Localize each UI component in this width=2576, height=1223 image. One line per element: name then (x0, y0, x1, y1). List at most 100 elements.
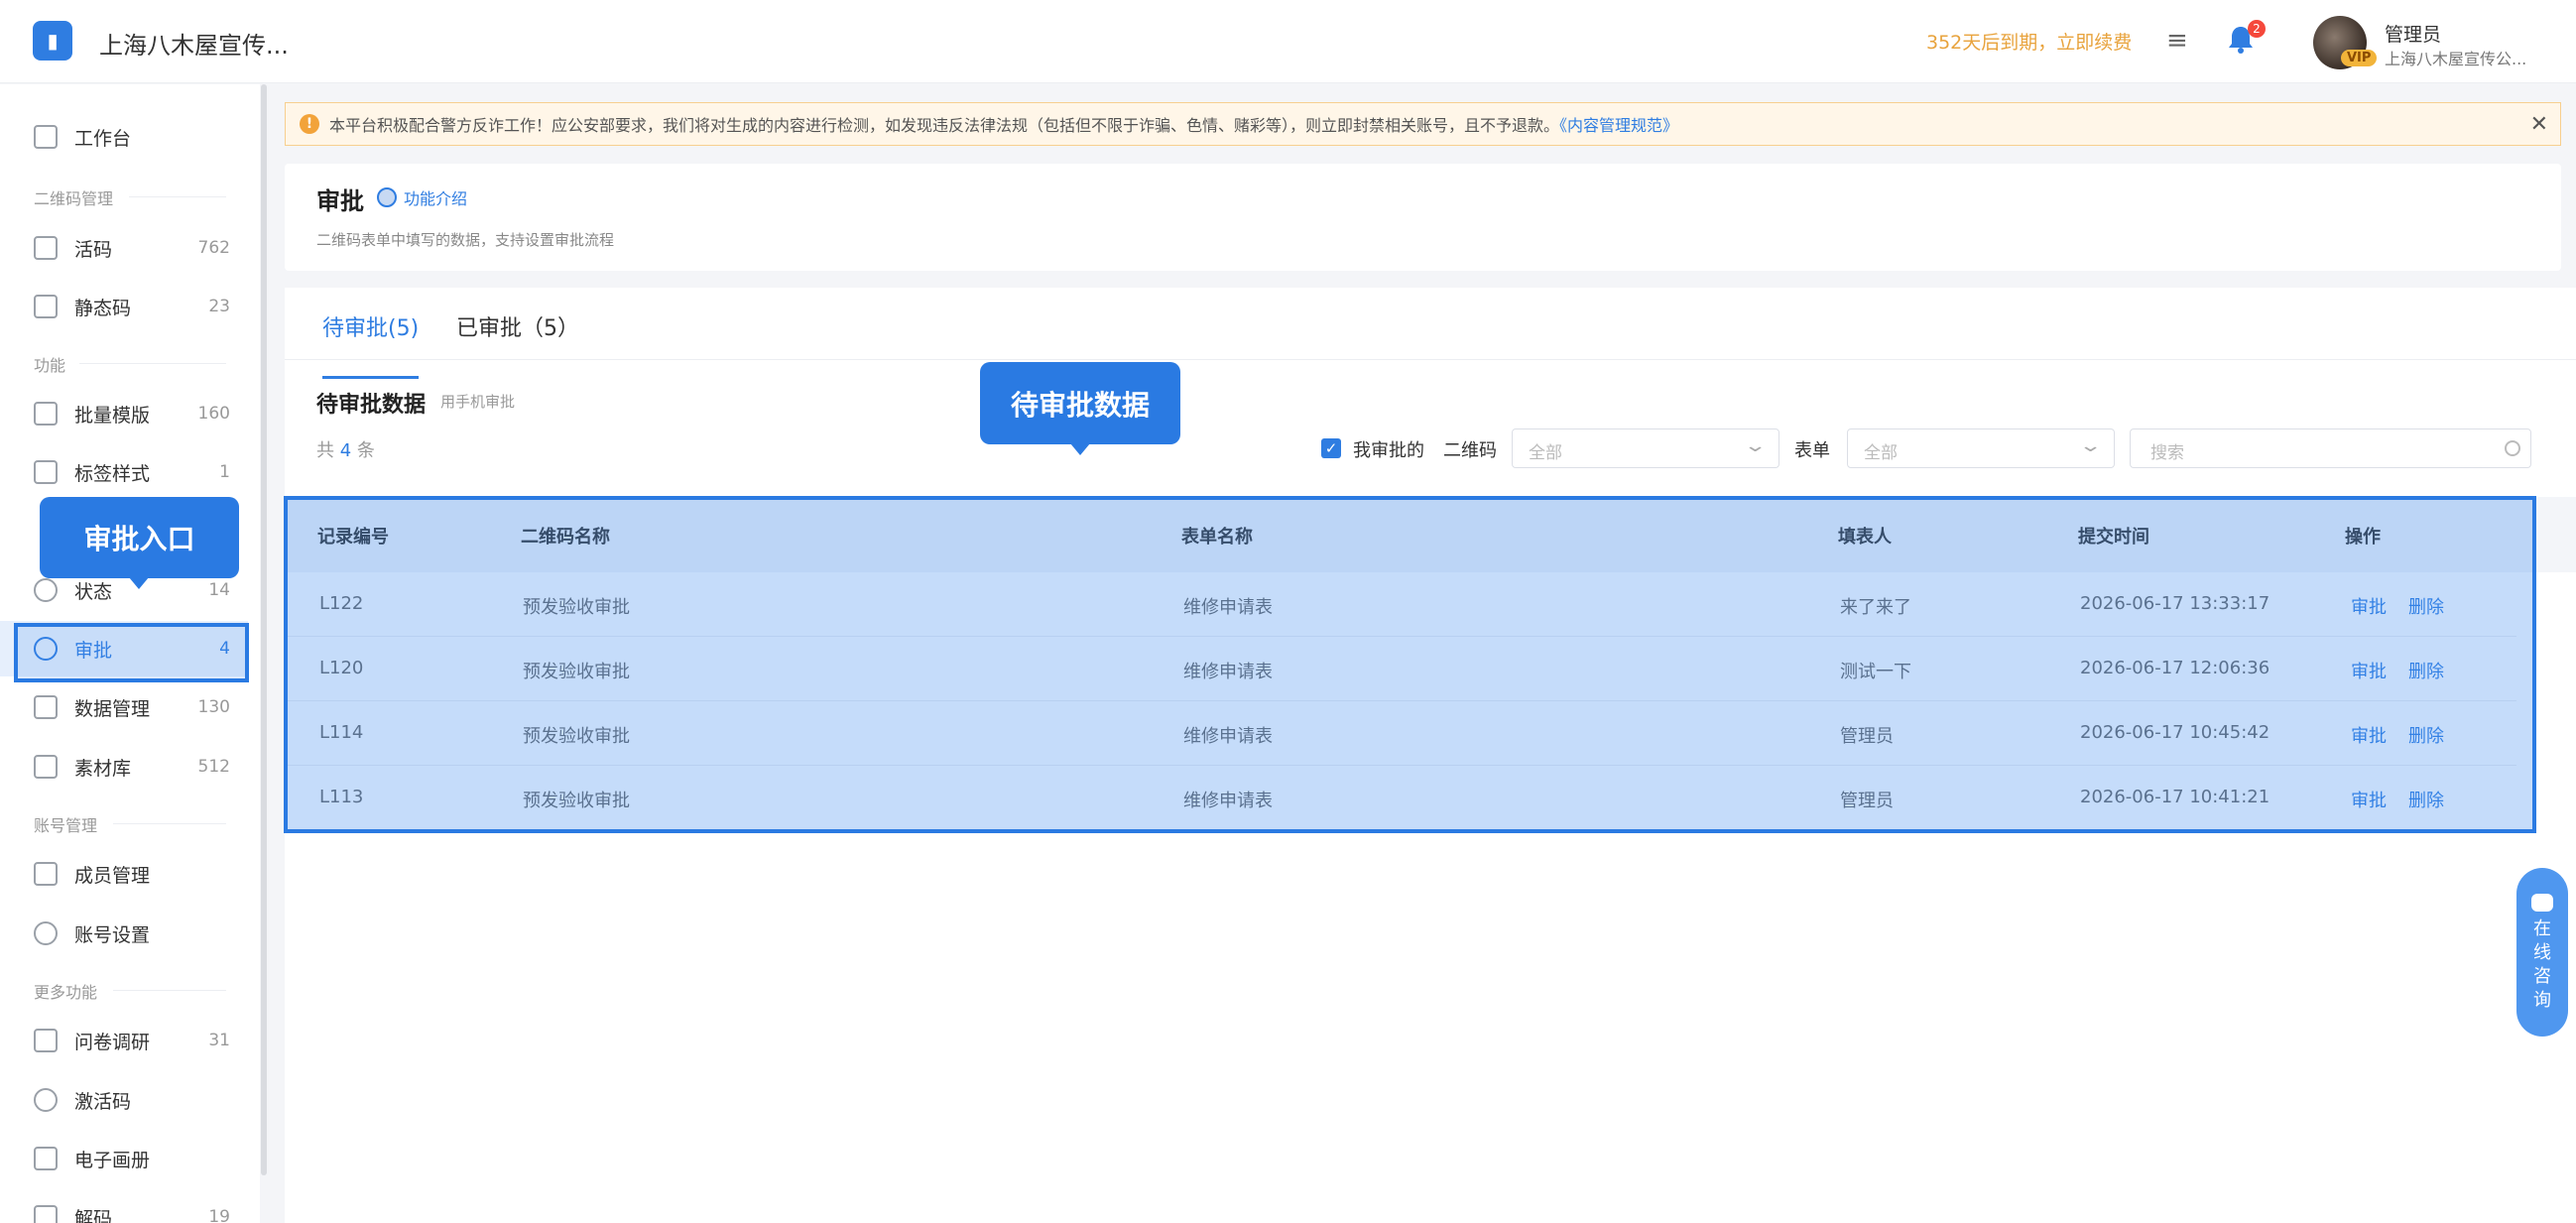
chevron-down-icon: ⌄ (2078, 435, 2103, 456)
sidebar-item-label: 标签样式 (74, 462, 151, 485)
my-approval-checkbox[interactable]: ✓ (1321, 438, 1341, 458)
total-prefix: 共 (316, 440, 334, 461)
sidebar-item-label-style[interactable]: 标签样式 1 (0, 444, 248, 500)
title-card: 审批 功能介绍 二维码表单中填写的数据，支持设置审批流程 (285, 164, 2561, 271)
renew-link[interactable]: 352天后到期，立即续费 (1926, 28, 2132, 55)
sidebar-item-e-album[interactable]: 电子画册 (0, 1131, 248, 1186)
search-placeholder: 搜索 (2150, 443, 2184, 463)
divider (113, 990, 226, 991)
survey-icon (34, 1029, 58, 1052)
warning-icon: ! (300, 114, 319, 134)
sidebar-item-count: 512 (197, 757, 230, 777)
consult-char: 询 (2533, 990, 2551, 1011)
clock-icon (34, 578, 58, 602)
sidebar-item-count: 1 (219, 462, 230, 482)
qrcode-select[interactable]: 全部 ⌄ (1512, 428, 1779, 468)
form-select-value: 全部 (1864, 443, 1898, 463)
table-highlight-box (284, 496, 2536, 833)
page-description: 二维码表单中填写的数据，支持设置审批流程 (316, 231, 615, 249)
section-subtitle[interactable]: 用手机审批 (440, 391, 515, 412)
intro-icon[interactable] (377, 187, 397, 207)
top-bar: ▮ 上海八木屋宣传... 352天后到期，立即续费 ≡ 2 VIP 管理员 上海… (0, 0, 2576, 83)
sidebar-item-count: 160 (197, 404, 230, 424)
callout-pointer (129, 577, 149, 589)
document-icon (34, 236, 58, 260)
chat-icon (2531, 894, 2553, 912)
total-suffix: 条 (356, 440, 375, 461)
sidebar-item-account-settings[interactable]: 账号设置 (0, 906, 248, 961)
feature-intro-link[interactable]: 功能介绍 (404, 185, 467, 209)
sidebar-item-count: 31 (208, 1031, 230, 1050)
sidebar-item-label: 问卷调研 (74, 1031, 151, 1053)
sidebar-item-label: 活码 (74, 238, 113, 261)
user-org: 上海八木屋宣传公... (2385, 50, 2527, 68)
sidebar-item-activation-code[interactable]: 激活码 (0, 1072, 248, 1128)
approval-entry-callout: 审批入口 (40, 497, 239, 578)
sidebar-scrollbar[interactable] (261, 84, 267, 1175)
sidebar-item-label: 成员管理 (74, 864, 151, 887)
consult-char: 线 (2533, 942, 2551, 963)
sidebar-item-data-management[interactable]: 数据管理 130 (0, 679, 248, 735)
search-icon[interactable] (2505, 440, 2520, 456)
pending-data-callout: 待审批数据 (980, 362, 1180, 444)
online-consult-button[interactable]: 在 线 咨 询 (2516, 868, 2568, 1037)
sidebar-item-label: 数据管理 (74, 697, 151, 720)
qrcode-icon (34, 295, 58, 318)
sidebar-item-label: 电子画册 (74, 1149, 151, 1171)
sidebar-item-workbench[interactable]: 工作台 (0, 109, 248, 165)
menu-icon[interactable]: ≡ (2166, 28, 2188, 54)
close-icon[interactable]: ✕ (2530, 112, 2548, 137)
sidebar-item-label: 工作台 (74, 127, 132, 150)
vip-badge: VIP (2341, 50, 2378, 66)
sidebar-item-survey[interactable]: 问卷调研 31 (0, 1013, 248, 1068)
sidebar-item-decode[interactable]: 解码 19 (0, 1189, 248, 1223)
total-count: 共 4 条 (316, 436, 375, 462)
sidebar-item-count: 762 (197, 238, 230, 258)
sidebar-item-batch-template[interactable]: 批量模版 160 (0, 386, 248, 441)
approval-nav-highlight-box (14, 623, 249, 682)
app-logo-icon[interactable]: ▮ (33, 21, 72, 61)
divider (129, 196, 226, 197)
sidebar-item-material-library[interactable]: 素材库 512 (0, 739, 248, 795)
group-title-more: 更多功能 (34, 983, 98, 1002)
book-icon (34, 1147, 58, 1170)
form-select[interactable]: 全部 ⌄ (1847, 428, 2115, 468)
chart-icon (34, 695, 58, 719)
scan-icon (34, 1205, 58, 1223)
search-input[interactable]: 搜索 (2130, 428, 2531, 468)
sidebar-item-member-management[interactable]: 成员管理 (0, 846, 248, 902)
sidebar-item-count: 14 (208, 580, 230, 600)
my-approval-label[interactable]: 我审批的 (1353, 436, 1424, 462)
tab-approved[interactable]: 已审批（5） (456, 307, 579, 379)
sidebar-item-live-code[interactable]: 活码 762 (0, 220, 248, 276)
group-title-qrcode: 二维码管理 (34, 189, 114, 208)
consult-char: 在 (2533, 918, 2551, 939)
notice-text: 本平台积极配合警方反诈工作！应公安部要求，我们将对生成的内容进行检测，如发现违反… (329, 112, 1678, 136)
label-card-icon (34, 460, 58, 484)
notice-message: 本平台积极配合警方反诈工作！应公安部要求，我们将对生成的内容进行检测，如发现违反… (329, 116, 1560, 135)
qrcode-filter-label: 二维码 (1443, 440, 1497, 461)
copy-icon (34, 402, 58, 426)
person-icon (34, 921, 58, 945)
form-filter-label: 表单 (1794, 440, 1830, 461)
sidebar-item-label: 解码 (74, 1207, 113, 1223)
notice-bar: ! 本平台积极配合警方反诈工作！应公安部要求，我们将对生成的内容进行检测，如发现… (285, 102, 2561, 146)
monitor-icon (34, 125, 58, 149)
qrcode-select-value: 全部 (1529, 443, 1562, 463)
notification-badge: 2 (2248, 20, 2266, 38)
sidebar-item-label: 静态码 (74, 297, 132, 319)
user-name[interactable]: 管理员 (2385, 20, 2441, 47)
shield-icon (34, 1088, 58, 1112)
file-list-icon (34, 755, 58, 779)
divider (113, 823, 226, 824)
consult-char: 咨 (2533, 966, 2551, 987)
sidebar-item-label: 素材库 (74, 757, 132, 780)
chevron-down-icon: ⌄ (1743, 435, 1768, 456)
app-title[interactable]: 上海八木屋宣传... (99, 26, 289, 61)
sidebar-item-static-code[interactable]: 静态码 23 (0, 279, 248, 334)
sidebar-item-label: 账号设置 (74, 923, 151, 946)
sidebar-item-label: 批量模版 (74, 404, 151, 427)
content-policy-link[interactable]: 《内容管理规范》 (1559, 116, 1678, 135)
sidebar-item-count: 19 (208, 1207, 230, 1223)
tab-pending[interactable]: 待审批(5) (322, 307, 420, 379)
